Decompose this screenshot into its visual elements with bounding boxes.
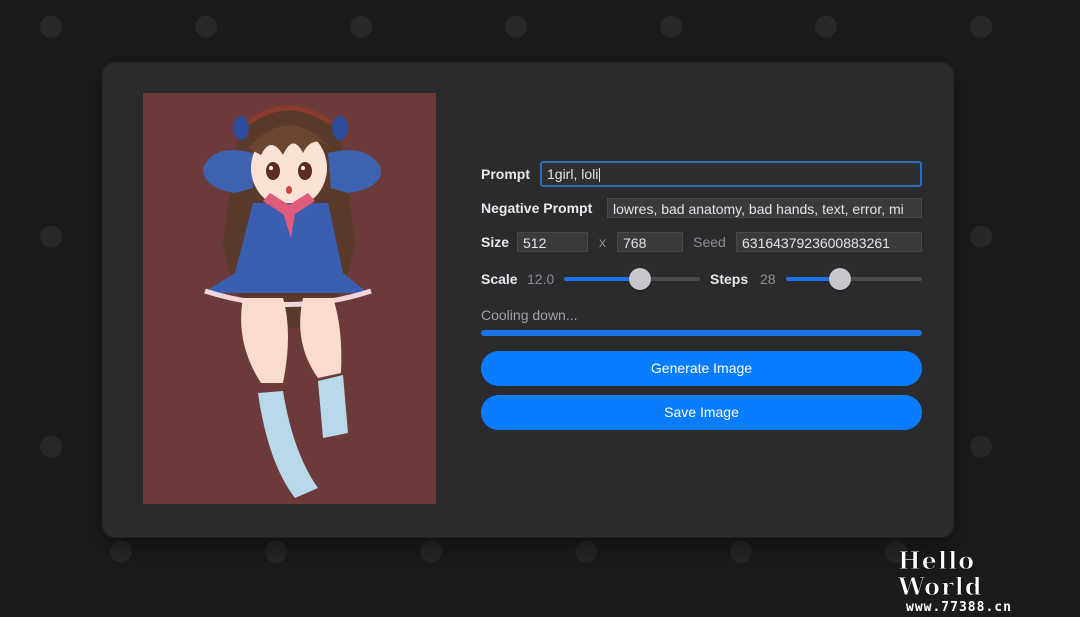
prompt-input-value: 1girl, loli: [547, 166, 599, 182]
seed-input[interactable]: 6316437923600883261: [736, 232, 922, 252]
watermark-logo-icon: [192, 12, 221, 41]
prompt-input[interactable]: 1girl, loli: [540, 161, 922, 187]
watermark-tile: [812, 11, 844, 41]
generated-image: [143, 93, 436, 504]
watermark-logo-icon: [262, 537, 291, 566]
watermark-logo-icon: [107, 537, 136, 566]
scale-steps-row: Scale 12.0 Steps 28: [481, 268, 922, 290]
prompt-row: Prompt 1girl, loli: [481, 161, 922, 187]
generate-image-button[interactable]: Generate Image: [481, 351, 922, 386]
watermark-tile: [967, 221, 999, 251]
watermark-logo-icon: [572, 537, 601, 566]
status-row: Cooling down...: [481, 307, 578, 323]
brand-watermark-title: Hello World: [898, 546, 983, 601]
scale-slider-thumb[interactable]: [629, 268, 652, 290]
status-text: Cooling down...: [481, 307, 578, 323]
watermark-tile: [502, 11, 534, 41]
watermark-tile: [347, 11, 379, 41]
generated-image-illustration: [143, 93, 436, 504]
steps-value: 28: [760, 271, 776, 287]
steps-slider-thumb[interactable]: [829, 268, 852, 290]
watermark-tile: [107, 536, 139, 566]
app-window: Prompt 1girl, loli Negative Prompt lowre…: [103, 63, 953, 537]
watermark-logo-icon: [967, 432, 996, 461]
negative-prompt-label: Negative Prompt: [481, 200, 593, 216]
brand-watermark: Hello World www.77388.cn: [898, 546, 1058, 615]
height-input[interactable]: 768: [617, 232, 683, 252]
watermark-logo-icon: [812, 12, 841, 41]
watermark-logo-icon: [37, 222, 66, 251]
watermark-logo-icon: [727, 537, 756, 566]
progress-bar-fill: [481, 330, 922, 336]
watermark-tile: [657, 11, 689, 41]
brand-watermark-url: www.77388.cn: [906, 600, 1012, 615]
watermark-logo-icon: [347, 12, 376, 41]
size-seed-row: Size 512 x 768 Seed 6316437923600883261: [481, 232, 922, 252]
watermark-tile: [967, 11, 999, 41]
watermark-tile: [572, 536, 604, 566]
text-caret: [599, 168, 601, 183]
watermark-tile: [37, 11, 69, 41]
watermark-tile: [192, 11, 224, 41]
size-separator: x: [599, 234, 606, 250]
progress-bar: [481, 330, 922, 336]
watermark-logo-icon: [967, 222, 996, 251]
watermark-tile: [37, 221, 69, 251]
watermark-tile: [967, 431, 999, 461]
save-image-button[interactable]: Save Image: [481, 395, 922, 430]
steps-slider[interactable]: [786, 268, 922, 290]
seed-label: Seed: [693, 234, 726, 250]
watermark-logo-icon: [37, 12, 66, 41]
watermark-logo-icon: [417, 537, 446, 566]
negative-prompt-input[interactable]: lowres, bad anatomy, bad hands, text, er…: [607, 198, 922, 218]
width-input[interactable]: 512: [517, 232, 588, 252]
watermark-logo-icon: [502, 12, 531, 41]
scale-slider[interactable]: [564, 268, 700, 290]
watermark-tile: [262, 536, 294, 566]
size-label: Size: [481, 234, 510, 250]
negative-prompt-row: Negative Prompt lowres, bad anatomy, bad…: [481, 198, 922, 218]
steps-label: Steps: [710, 271, 749, 287]
scale-label: Scale: [481, 271, 518, 287]
watermark-tile: [37, 431, 69, 461]
watermark-logo-icon: [657, 12, 686, 41]
prompt-label: Prompt: [481, 166, 530, 182]
watermark-tile: [417, 536, 449, 566]
scale-value: 12.0: [527, 271, 555, 287]
watermark-tile: [727, 536, 759, 566]
desktop-background: Prompt 1girl, loli Negative Prompt lowre…: [0, 0, 1080, 617]
watermark-logo-icon: [967, 12, 996, 41]
watermark-logo-icon: [37, 432, 66, 461]
